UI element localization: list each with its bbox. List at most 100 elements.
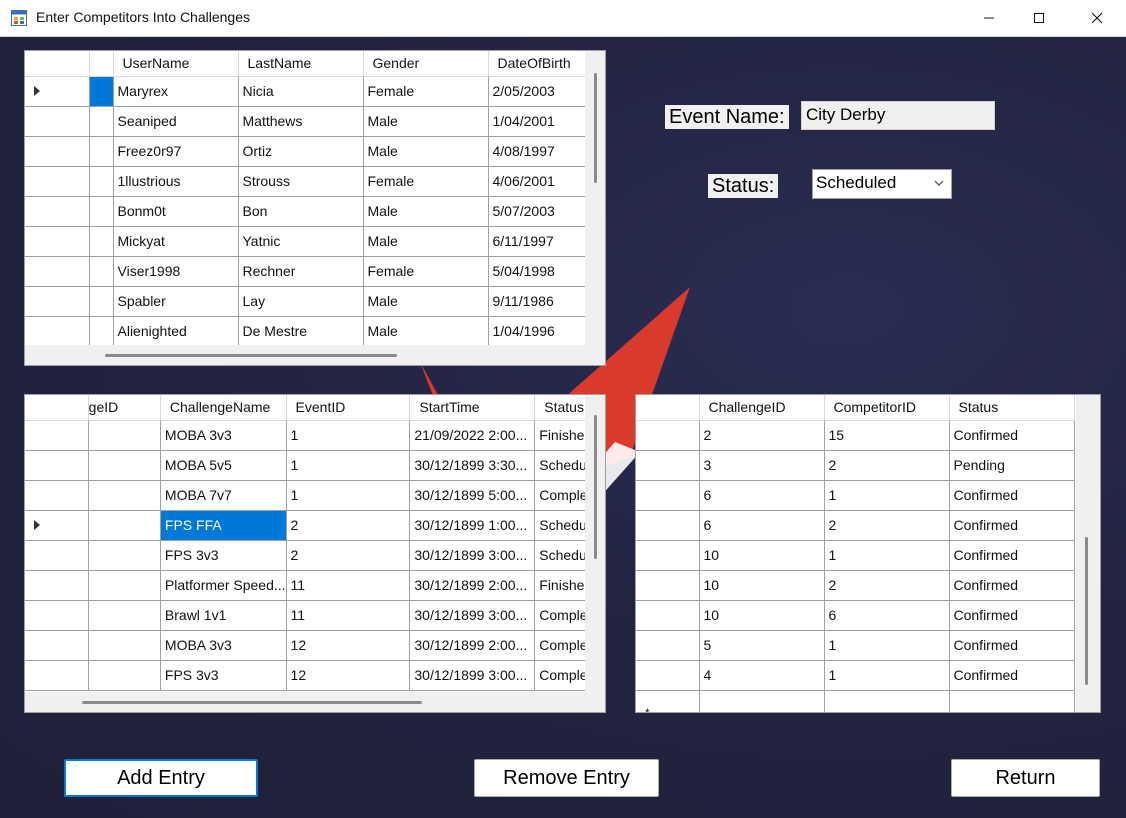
- table-row[interactable]: MOBA 3v3 12 30/12/1899 2:00... Comple: [25, 630, 605, 661]
- row-selector-cell[interactable]: [89, 106, 114, 137]
- row-header[interactable]: [25, 256, 90, 287]
- column-header-challengeid[interactable]: ChallengeID: [699, 395, 825, 421]
- cell-competitorid[interactable]: [824, 690, 950, 712]
- row-header[interactable]: [636, 420, 700, 451]
- table-row[interactable]: MOBA 3v3 1 21/09/2022 2:00... Finishe: [25, 420, 605, 451]
- minimize-button[interactable]: [966, 0, 1012, 36]
- row-header[interactable]: [25, 166, 90, 197]
- column-header-dateofbirth[interactable]: DateOfBirth: [488, 51, 588, 77]
- cell-starttime[interactable]: 30/12/1899 5:00...: [409, 480, 536, 511]
- row-header[interactable]: [636, 630, 700, 661]
- column-header-competitorid[interactable]: CompetitorID: [824, 395, 950, 421]
- cell-challengeid[interactable]: 2: [699, 420, 825, 451]
- row-selector-cell[interactable]: [89, 286, 114, 317]
- row-header[interactable]: [25, 420, 89, 451]
- cell-status[interactable]: Confirmed: [949, 420, 1075, 451]
- cell-dateofbirth[interactable]: 6/11/1997: [488, 226, 588, 257]
- cell-challengename[interactable]: MOBA 3v3: [160, 420, 287, 451]
- competitors-vertical-scrollbar[interactable]: [585, 51, 605, 347]
- table-row[interactable]: Bonm0t Bon Male 5/07/2003: [25, 196, 588, 227]
- cell-competitorid[interactable]: 15: [824, 420, 950, 451]
- row-selector-cell[interactable]: [89, 316, 114, 347]
- cell-username[interactable]: Bonm0t: [113, 196, 239, 227]
- cell-challengename[interactable]: Brawl 1v1: [160, 600, 287, 631]
- table-row[interactable]: 4 1 Confirmed: [636, 660, 1075, 691]
- table-row[interactable]: 10 1 Confirmed: [636, 540, 1075, 571]
- cell-challengeid[interactable]: 5: [699, 630, 825, 661]
- table-row[interactable]: Brawl 1v1 11 30/12/1899 3:00... Comple: [25, 600, 605, 631]
- new-row[interactable]: *: [636, 690, 1075, 712]
- remove-entry-button[interactable]: Remove Entry: [474, 759, 659, 797]
- cell-status[interactable]: Confirmed: [949, 570, 1075, 601]
- row-header[interactable]: [636, 660, 700, 691]
- cell-starttime[interactable]: 30/12/1899 3:00...: [409, 600, 536, 631]
- cell-dateofbirth[interactable]: 4/08/1997: [488, 136, 588, 167]
- row-header[interactable]: [25, 286, 90, 317]
- cell-challengename-selected[interactable]: FPS FFA: [160, 510, 287, 541]
- competitors-horizontal-scrollbar[interactable]: [25, 345, 605, 365]
- cell-dateofbirth[interactable]: 2/05/2003: [488, 76, 588, 107]
- cell-status[interactable]: Confirmed: [949, 540, 1075, 571]
- row-header[interactable]: [25, 630, 89, 661]
- cell-username[interactable]: Seaniped: [113, 106, 239, 137]
- table-row[interactable]: Viser1998 Rechner Female 5/04/1998: [25, 256, 588, 287]
- cell-dateofbirth[interactable]: 1/04/1996: [488, 316, 588, 347]
- entries-vertical-scrollbar[interactable]: [1076, 395, 1100, 712]
- cell-username[interactable]: Mickyat: [113, 226, 239, 257]
- table-row[interactable]: Freez0r97 Ortiz Male 4/08/1997: [25, 136, 588, 167]
- cell-competitorid[interactable]: 2: [824, 450, 950, 481]
- cell-gender[interactable]: Male: [363, 196, 489, 227]
- cell-starttime[interactable]: 30/12/1899 2:00...: [409, 630, 536, 661]
- cell-lastname[interactable]: Rechner: [238, 256, 364, 287]
- cell-starttime[interactable]: 30/12/1899 3:00...: [409, 660, 536, 691]
- scrollbar-thumb[interactable]: [594, 415, 597, 559]
- row-selector-cell[interactable]: [89, 136, 114, 167]
- cell-eventid[interactable]: 12: [286, 660, 411, 691]
- cell-gender[interactable]: Female: [363, 256, 489, 287]
- table-row[interactable]: Alienighted De Mestre Male 1/04/1996: [25, 316, 588, 347]
- cell-eventid[interactable]: 11: [286, 600, 411, 631]
- cell-lastname[interactable]: Nicia: [238, 76, 364, 107]
- table-row[interactable]: 1llustrious Strouss Female 4/06/2001: [25, 166, 588, 197]
- cell-username[interactable]: Spabler: [113, 286, 239, 317]
- table-row[interactable]: FPS 3v3 12 30/12/1899 3:00... Comple: [25, 660, 605, 691]
- competitors-grid[interactable]: UserName LastName Gender DateOfBirth Mar…: [24, 50, 606, 366]
- cell-challengeid[interactable]: [699, 690, 825, 712]
- challenges-vertical-scrollbar[interactable]: [585, 395, 605, 692]
- row-header[interactable]: [25, 510, 89, 541]
- cell-gender[interactable]: Male: [363, 136, 489, 167]
- row-header[interactable]: [636, 480, 700, 511]
- cell-lastname[interactable]: Yatnic: [238, 226, 364, 257]
- column-header-challengeid[interactable]: geID: [88, 395, 161, 421]
- cell-status[interactable]: Confirmed: [949, 630, 1075, 661]
- cell-gender[interactable]: Female: [363, 166, 489, 197]
- row-header[interactable]: [25, 106, 90, 137]
- row-header[interactable]: [25, 660, 89, 691]
- corner-header[interactable]: [25, 51, 90, 77]
- corner-header[interactable]: [636, 395, 700, 421]
- table-row[interactable]: Maryrex Nicia Female 2/05/2003: [25, 76, 588, 107]
- cell-starttime[interactable]: 21/09/2022 2:00...: [409, 420, 536, 451]
- cell-status[interactable]: Confirmed: [949, 600, 1075, 631]
- add-entry-button[interactable]: Add Entry: [64, 759, 258, 797]
- event-name-field[interactable]: City Derby: [801, 101, 995, 130]
- cell-challengeid[interactable]: [88, 420, 161, 451]
- cell-challengeid[interactable]: [88, 600, 161, 631]
- cell-dateofbirth[interactable]: 1/04/2001: [488, 106, 588, 137]
- row-header[interactable]: [25, 226, 90, 257]
- row-header[interactable]: [25, 540, 89, 571]
- table-row[interactable]: 6 2 Confirmed: [636, 510, 1075, 541]
- row-header[interactable]: [25, 196, 90, 227]
- new-row-marker[interactable]: *: [636, 690, 700, 712]
- return-button[interactable]: Return: [951, 759, 1100, 797]
- cell-competitorid[interactable]: 2: [824, 570, 950, 601]
- cell-starttime[interactable]: 30/12/1899 3:30...: [409, 450, 536, 481]
- cell-competitorid[interactable]: 2: [824, 510, 950, 541]
- cell-lastname[interactable]: Ortiz: [238, 136, 364, 167]
- cell-challengename[interactable]: FPS 3v3: [160, 660, 287, 691]
- cell-eventid[interactable]: 1: [286, 420, 411, 451]
- scrollbar-thumb[interactable]: [105, 354, 397, 357]
- row-selector-cell[interactable]: [89, 226, 114, 257]
- cell-competitorid[interactable]: 1: [824, 660, 950, 691]
- table-row[interactable]: 6 1 Confirmed: [636, 480, 1075, 511]
